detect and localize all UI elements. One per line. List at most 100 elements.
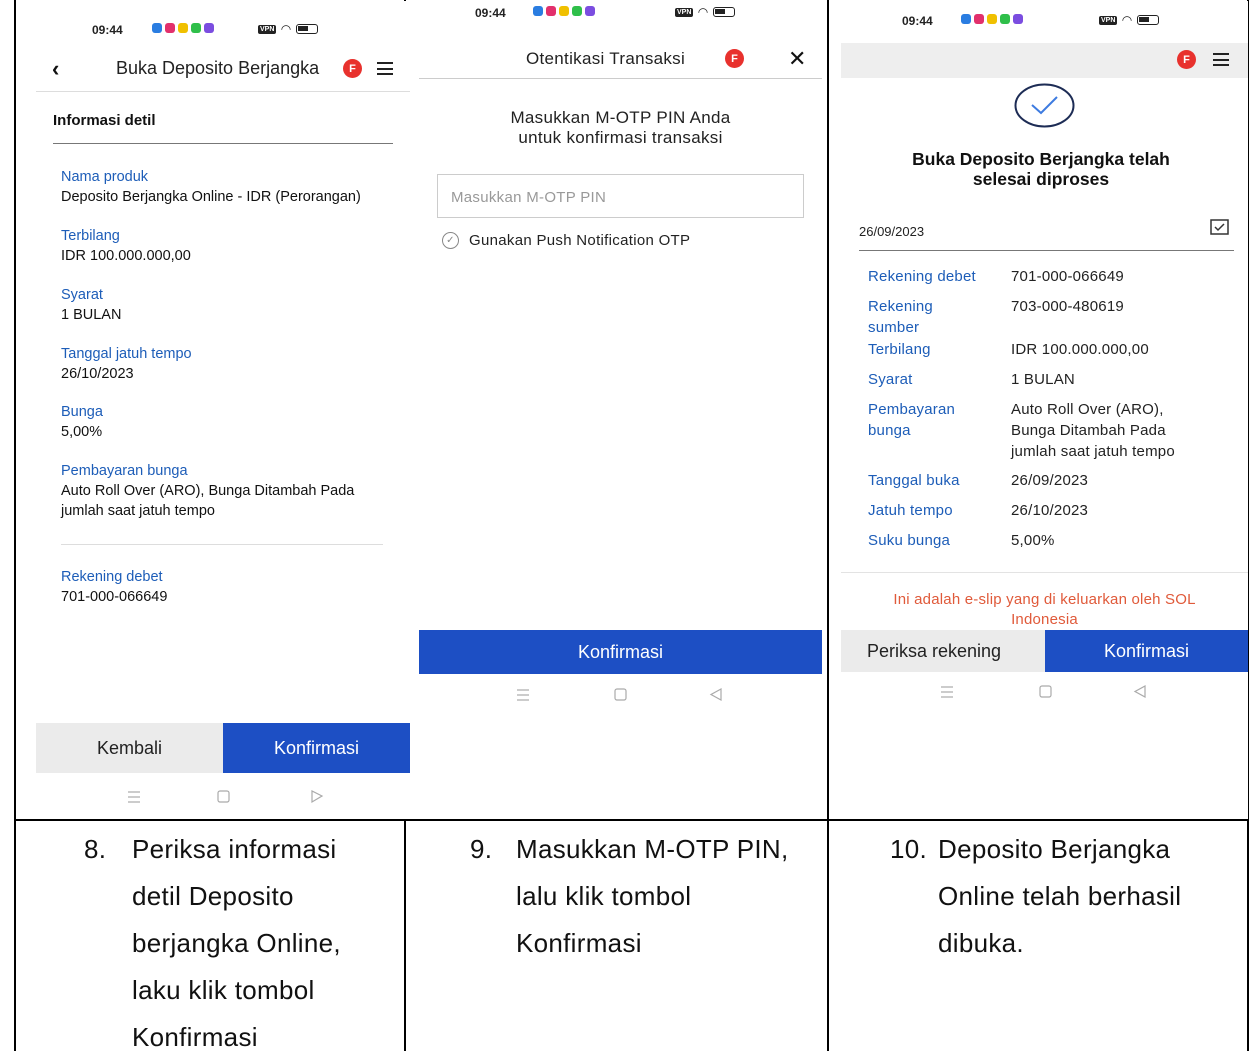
receipt-row: Tanggal buka 26/09/2023 xyxy=(868,470,1238,491)
caption-line: lalu klik tombol xyxy=(516,881,692,911)
receipt-row: Rekening debet 701-000-066649 xyxy=(868,266,1238,287)
nav-back-icon xyxy=(1133,684,1146,699)
notification-icons xyxy=(152,23,214,33)
check-account-button[interactable]: Periksa rekening xyxy=(841,630,1045,672)
transaction-date: 26/09/2023 xyxy=(859,224,925,239)
receipt-check-icon[interactable] xyxy=(1210,219,1229,235)
section-title: Informasi detil xyxy=(53,112,156,129)
page-title: Otentikasi Transaksi xyxy=(526,49,686,68)
nav-menu-icon xyxy=(128,791,140,803)
step-caption-8: 8. Periksa informasi detil Deposito berj… xyxy=(84,826,394,1051)
receipt-value: 703-000-480619 xyxy=(1011,298,1124,315)
receipt-value: 5,00% xyxy=(1011,532,1055,549)
menu-icon[interactable] xyxy=(1213,53,1229,66)
success-line: Buka Deposito Berjangka telah xyxy=(912,149,1170,169)
notification-badge[interactable]: F xyxy=(725,49,744,68)
receipt-key: Suku bunga xyxy=(868,532,951,549)
date-underline xyxy=(859,250,1234,251)
android-nav-bar xyxy=(941,684,1146,699)
button-bar: Konfirmasi xyxy=(419,630,822,674)
nav-back-icon xyxy=(311,790,324,804)
field-value: IDR 100.000.000,00 xyxy=(61,248,191,264)
table-row-divider xyxy=(14,819,1249,821)
caption-line: Konfirmasi xyxy=(132,1022,258,1051)
status-time: 09:44 xyxy=(902,14,933,28)
step-caption-10: 10. Deposito Berjangka Online telah berh… xyxy=(890,826,1240,976)
nav-menu-icon xyxy=(517,689,529,701)
section-underline xyxy=(53,143,393,144)
notification-badge[interactable]: F xyxy=(1177,50,1196,69)
close-icon[interactable]: ✕ xyxy=(788,46,806,72)
field-label: Tanggal jatuh tempo xyxy=(61,346,192,362)
vpn-icon: VPN xyxy=(1099,15,1118,25)
step-number: 10. xyxy=(890,834,928,864)
push-option-label: Gunakan Push Notification OTP xyxy=(469,232,691,249)
field-value: 5,00% xyxy=(61,424,103,440)
receipt-key: Tanggal buka xyxy=(868,472,960,489)
otp-prompt: Masukkan M-OTP PIN Anda untuk konfirmasi… xyxy=(419,108,822,148)
status-bar: 09:44 VPN ◠ xyxy=(419,1,822,43)
confirm-button[interactable]: Konfirmasi xyxy=(1045,630,1248,672)
detail-field: Pembayaran bunga Auto Roll Over (ARO), B… xyxy=(61,461,381,521)
receipt-value: 701-000-066649 xyxy=(1011,268,1124,285)
android-nav-bar xyxy=(128,790,324,804)
receipt-row: Syarat 1 BULAN xyxy=(868,369,1238,390)
table-divider-2 xyxy=(827,0,829,1051)
page-title: Buka Deposito Berjangka xyxy=(116,58,320,78)
detail-field: Terbilang IDR 100.000.000,00 xyxy=(61,226,391,266)
caption-line: Online telah berhasil xyxy=(938,881,1182,911)
notification-badge[interactable]: F xyxy=(343,59,362,78)
receipt-row: Pembayaran bunga Auto Roll Over (ARO), B… xyxy=(868,399,1238,462)
screenshot-review-details: 09:44 VPN ◠ ‹ Buka Deposito Berjangka F … xyxy=(36,1,410,819)
field-value: Auto Roll Over (ARO), Bunga Ditambah Pad… xyxy=(61,483,355,519)
system-icons: VPN ◠ xyxy=(1099,13,1159,27)
step-number: 8. xyxy=(84,834,107,864)
nav-home-icon xyxy=(217,790,230,803)
battery-icon xyxy=(712,7,735,17)
detail-field: Rekening debet 701-000-066649 xyxy=(61,567,391,607)
confirm-button[interactable]: Konfirmasi xyxy=(419,630,822,674)
caption-line: Konfirmasi xyxy=(516,928,642,958)
otp-pin-input[interactable]: Masukkan M-OTP PIN xyxy=(437,174,804,218)
push-notification-option[interactable]: ✓ Gunakan Push Notification OTP xyxy=(442,232,690,249)
field-value: 1 BULAN xyxy=(61,307,122,323)
status-time: 09:44 xyxy=(92,23,123,37)
receipt-separator xyxy=(841,572,1248,573)
back-arrow-icon[interactable]: ‹ xyxy=(52,56,59,82)
app-header: ‹ Buka Deposito Berjangka F xyxy=(36,53,410,89)
screenshot-success: 09:44 VPN ◠ F Buka Deposito Berjangka te… xyxy=(841,1,1248,819)
receipt-key: Terbilang xyxy=(868,341,931,358)
receipt-value: Auto Roll Over (ARO), Bunga Ditambah Pad… xyxy=(1011,401,1175,460)
receipt-row: Jatuh tempo 26/10/2023 xyxy=(868,500,1238,521)
eslip-line: Indonesia xyxy=(1011,611,1078,628)
menu-icon[interactable] xyxy=(377,62,393,75)
receipt-value: 26/10/2023 xyxy=(1011,502,1089,519)
wifi-icon: ◠ xyxy=(698,5,708,19)
nav-home-icon xyxy=(1039,685,1052,698)
field-label: Pembayaran bunga xyxy=(61,463,188,479)
check-circle-icon[interactable]: ✓ xyxy=(442,232,459,249)
receipt-row: Suku bunga 5,00% xyxy=(868,530,1238,551)
caption-line: Masukkan M-OTP PIN, xyxy=(516,834,789,864)
receipt-row: Rekening sumber 703-000-480619 xyxy=(868,296,1238,338)
notification-icons xyxy=(533,6,595,16)
receipt-key: Syarat xyxy=(868,371,913,388)
field-label: Syarat xyxy=(61,287,103,303)
receipt-key: Jatuh tempo xyxy=(868,502,953,519)
back-button[interactable]: Kembali xyxy=(36,723,223,773)
notification-icons xyxy=(961,14,1023,24)
app-header: F xyxy=(841,43,1248,78)
success-line: selesai diproses xyxy=(972,169,1110,189)
table-border-left xyxy=(14,0,16,1051)
battery-icon xyxy=(295,24,318,34)
field-label: Bunga xyxy=(61,404,103,420)
nav-menu-icon xyxy=(941,686,953,698)
detail-field: Bunga 5,00% xyxy=(61,402,391,442)
battery-icon xyxy=(1136,15,1159,25)
button-bar: Periksa rekening Konfirmasi xyxy=(841,630,1248,672)
eslip-line: Ini adalah e-slip yang di keluarkan oleh… xyxy=(893,591,1196,608)
success-check-icon xyxy=(1014,83,1075,128)
confirm-button[interactable]: Konfirmasi xyxy=(223,723,410,773)
wifi-icon: ◠ xyxy=(281,22,291,36)
field-label: Nama produk xyxy=(61,169,149,185)
